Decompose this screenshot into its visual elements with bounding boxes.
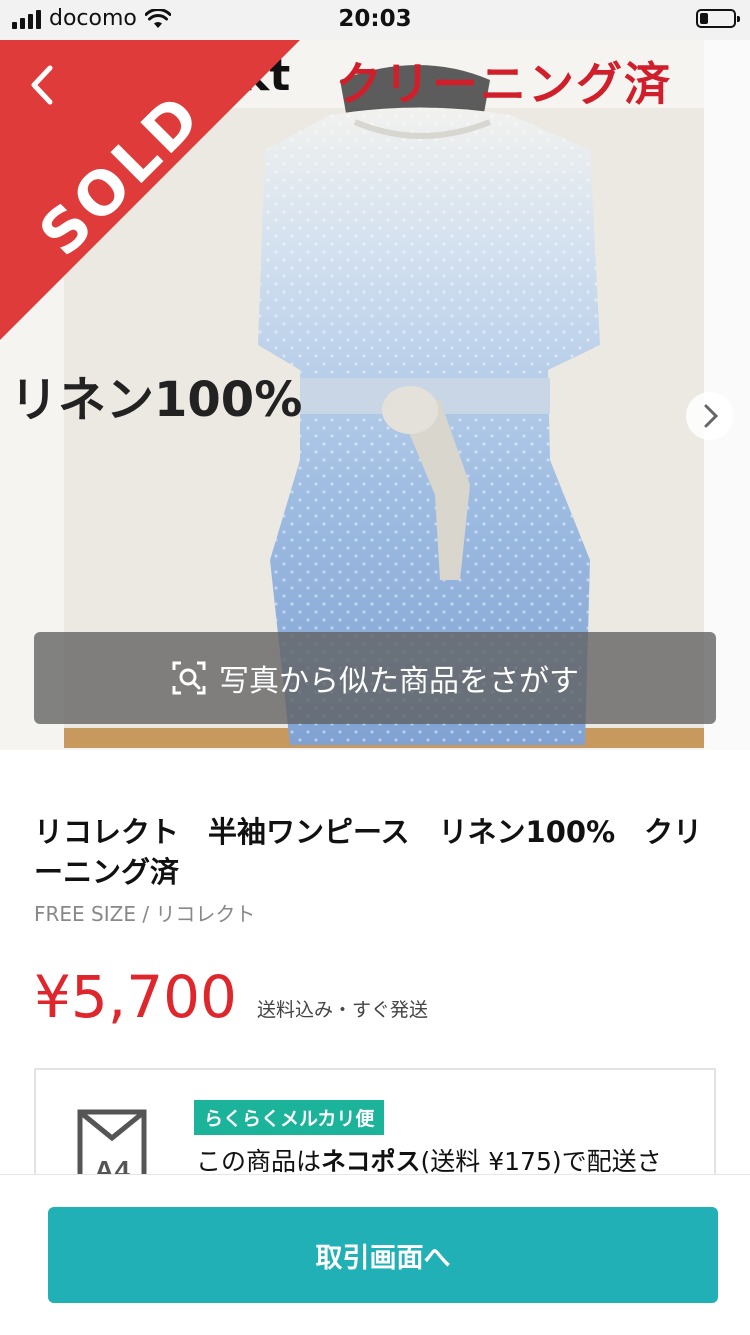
shipping-method: ネコポス bbox=[321, 1147, 421, 1176]
caption-cleaning: クリーニング済 bbox=[336, 57, 672, 111]
caption-linen: リネン100% bbox=[10, 372, 303, 428]
price-row: ¥5,700 送料込み・すぐ発送 bbox=[34, 962, 428, 1032]
similar-search-button[interactable]: 写真から似た商品をさがす bbox=[34, 632, 716, 724]
next-image-button[interactable] bbox=[686, 392, 734, 440]
chevron-right-icon bbox=[704, 404, 719, 428]
back-chevron-icon[interactable] bbox=[22, 60, 62, 110]
battery-icon bbox=[696, 9, 740, 28]
item-price: ¥5,700 bbox=[34, 963, 237, 1031]
item-meta[interactable]: FREE SIZE / リコレクト bbox=[34, 898, 255, 927]
clock: 20:03 bbox=[338, 6, 412, 32]
similar-search-label: 写真から似た商品をさがす bbox=[219, 664, 579, 699]
item-title: リコレクト 半袖ワンピース リネン100% クリーニング済 bbox=[34, 815, 703, 889]
transaction-screen-button[interactable]: 取引画面へ bbox=[48, 1207, 718, 1303]
rakuraku-badge: らくらくメルカリ便 bbox=[194, 1100, 385, 1135]
shipping-description: この商品はネコポス(送料 ¥175)で配送さ bbox=[196, 1147, 662, 1176]
bottom-bar: 取引画面へ bbox=[0, 1174, 750, 1335]
status-bar: docomo 20:03 bbox=[0, 0, 750, 40]
shipping-note: 送料込み・すぐ発送 bbox=[256, 999, 428, 1021]
image-search-icon bbox=[172, 661, 206, 695]
